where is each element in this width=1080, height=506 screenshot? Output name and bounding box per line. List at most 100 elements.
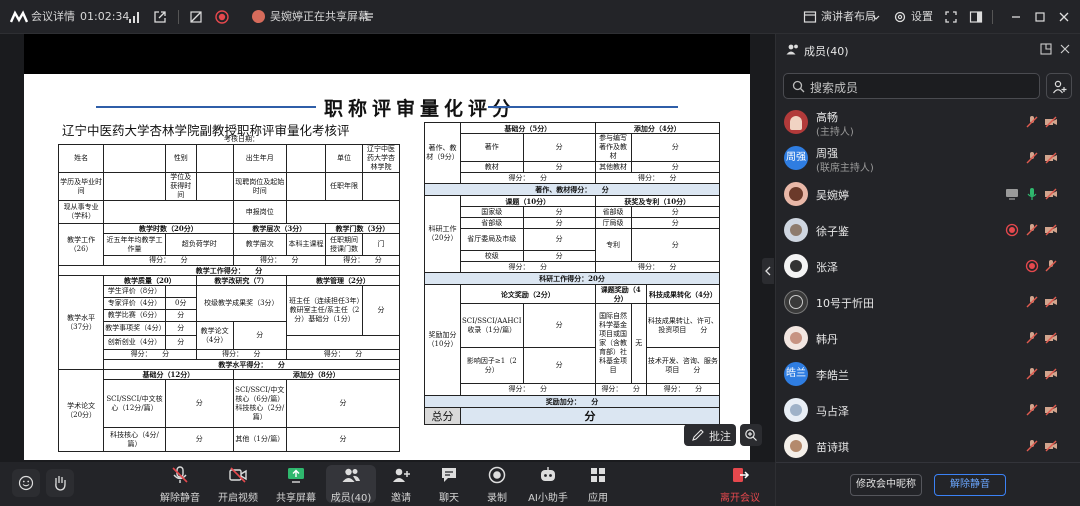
member-name: 韩丹	[816, 333, 838, 346]
member-role: (联席主持人)	[816, 163, 874, 174]
member-row[interactable]: 徐子鉴	[776, 212, 1080, 248]
member-row[interactable]: 韩丹	[776, 320, 1080, 356]
title-rule-left	[96, 106, 316, 108]
recording-icon	[1025, 259, 1039, 273]
shared-screen-black-bar	[24, 34, 750, 74]
bottom-toolbar: 解除静音 开启视频 共享屏幕 成员(40) 邀请 聊天 录制 AI小助手 应用 …	[0, 462, 775, 506]
camera-off-icon	[1045, 224, 1057, 236]
mic-muted-icon	[1026, 440, 1038, 452]
signal-icon[interactable]	[128, 10, 142, 24]
start-video-button[interactable]: 开启视频	[212, 465, 264, 504]
mic-muted-icon	[1045, 260, 1057, 272]
zoom-button[interactable]	[740, 424, 762, 446]
reaction-button[interactable]	[12, 469, 40, 497]
fullscreen-icon[interactable]	[944, 10, 958, 24]
zoom-in-icon	[745, 429, 757, 441]
member-row[interactable]: 周强 周强 (联席主持人)	[776, 140, 1080, 176]
add-person-icon	[1053, 80, 1067, 94]
member-row[interactable]: 皓兰 李皓兰	[776, 356, 1080, 392]
collapse-panel-button[interactable]	[762, 258, 774, 284]
member-row[interactable]: 吴婉婷	[776, 176, 1080, 212]
total-label: 总分	[424, 407, 461, 425]
chat-icon	[442, 468, 456, 482]
member-row[interactable]: 马占泽	[776, 392, 1080, 428]
chevron-down-icon[interactable]	[872, 10, 880, 24]
mic-muted-icon	[1026, 332, 1038, 344]
invite-label: 邀请	[391, 493, 411, 504]
avatar: 周强	[784, 146, 808, 170]
members-button[interactable]: 成员(40)	[326, 465, 376, 504]
member-search-box[interactable]: 搜索成员	[783, 73, 1040, 99]
unmute-label: 解除静音	[160, 493, 200, 504]
popout-icon[interactable]	[1040, 43, 1052, 55]
smiley-icon	[18, 475, 34, 491]
record-button[interactable]: 录制	[471, 465, 523, 504]
left-score-table: 姓名 性别 出生年月 单位 辽宁中医药大学杏林学院 学历及毕业时间 学位及获得时间 现聘岗位…	[57, 144, 401, 452]
meeting-details-link[interactable]: 会议详情	[31, 9, 75, 25]
total-score: 分	[460, 407, 720, 425]
mic-muted-icon	[1026, 368, 1038, 380]
mic-muted-icon	[172, 466, 188, 483]
settings-button[interactable]: 设置	[911, 9, 933, 25]
title-divider	[178, 10, 179, 24]
close-icon[interactable]	[1059, 43, 1071, 55]
annotate-label: 批注	[709, 430, 731, 443]
ai-assistant-button[interactable]: AI小助手	[522, 465, 574, 504]
shared-screen: 职称评审量化评分 辽宁中医药大学杏林学院副教授职称评审量化考核评 考核日期： 姓…	[24, 34, 750, 460]
hand-icon	[55, 476, 66, 491]
exit-icon	[733, 468, 750, 482]
avatar: 皓兰	[784, 362, 808, 386]
minimize-icon[interactable]	[1009, 10, 1023, 24]
people-icon	[786, 44, 798, 55]
camera-off-icon	[1045, 116, 1057, 128]
annotate-button[interactable]: 批注	[684, 424, 736, 446]
member-list: 高畅 (主持人) 周强 周强 (联席主持人) 吴婉婷 徐子鉴 张泽 10号于忻田…	[776, 104, 1080, 464]
sharing-notice: 吴婉婷正在共享屏幕	[270, 10, 369, 23]
avatar	[784, 326, 808, 350]
sharer-avatar	[252, 10, 265, 23]
avatar	[784, 434, 808, 458]
avatar	[784, 110, 808, 134]
share-screen-button[interactable]: 共享屏幕	[270, 465, 322, 504]
unmute-all-button[interactable]: 解除静音	[934, 474, 1006, 496]
camera-off-icon	[1045, 188, 1057, 200]
chat-button[interactable]: 聊天	[423, 465, 475, 504]
member-row[interactable]: 苗诗琪	[776, 428, 1080, 464]
robot-icon	[541, 467, 555, 481]
add-person-icon	[393, 468, 410, 482]
left-table-subtitle: 考核日期：	[224, 135, 259, 143]
app-logo-icon	[10, 10, 28, 23]
member-row[interactable]: 张泽	[776, 248, 1080, 284]
unmute-button[interactable]: 解除静音	[154, 465, 206, 504]
mic-on-icon	[1027, 188, 1037, 200]
member-role: (主持人)	[816, 127, 854, 138]
member-row[interactable]: 高畅 (主持人)	[776, 104, 1080, 140]
raise-hand-button[interactable]	[46, 469, 74, 497]
search-icon	[792, 80, 805, 93]
apps-button[interactable]: 应用	[572, 465, 624, 504]
record-icon	[488, 466, 506, 484]
member-row[interactable]: 10号于忻田	[776, 284, 1080, 320]
panel-footer-divider	[776, 462, 1080, 463]
record-status-icon[interactable]	[215, 10, 229, 24]
sidebar-toggle-icon[interactable]	[969, 10, 983, 24]
leave-meeting-button[interactable]: 离开会议	[714, 465, 766, 504]
rename-button[interactable]: 修改会中昵称	[850, 474, 922, 496]
share-menu-icon[interactable]	[362, 10, 376, 24]
member-search-placeholder: 搜索成员	[810, 81, 859, 95]
share-screen-icon	[288, 468, 304, 483]
title-divider	[992, 10, 993, 24]
layout-selector[interactable]: 演讲者布局	[821, 9, 876, 25]
camera-off-icon	[1045, 152, 1057, 164]
meeting-timer: 01:02:34	[80, 10, 130, 23]
add-member-button[interactable]	[1046, 73, 1072, 99]
invite-button[interactable]: 邀请	[375, 465, 427, 504]
gear-icon[interactable]	[893, 10, 907, 24]
layout-icon[interactable]	[803, 10, 817, 24]
close-icon[interactable]	[1057, 10, 1071, 24]
annotation-off-icon[interactable]	[189, 10, 203, 24]
mic-muted-icon	[1026, 224, 1038, 236]
mic-muted-icon	[1026, 152, 1038, 164]
external-link-icon[interactable]	[153, 10, 167, 24]
maximize-icon[interactable]	[1033, 10, 1047, 24]
